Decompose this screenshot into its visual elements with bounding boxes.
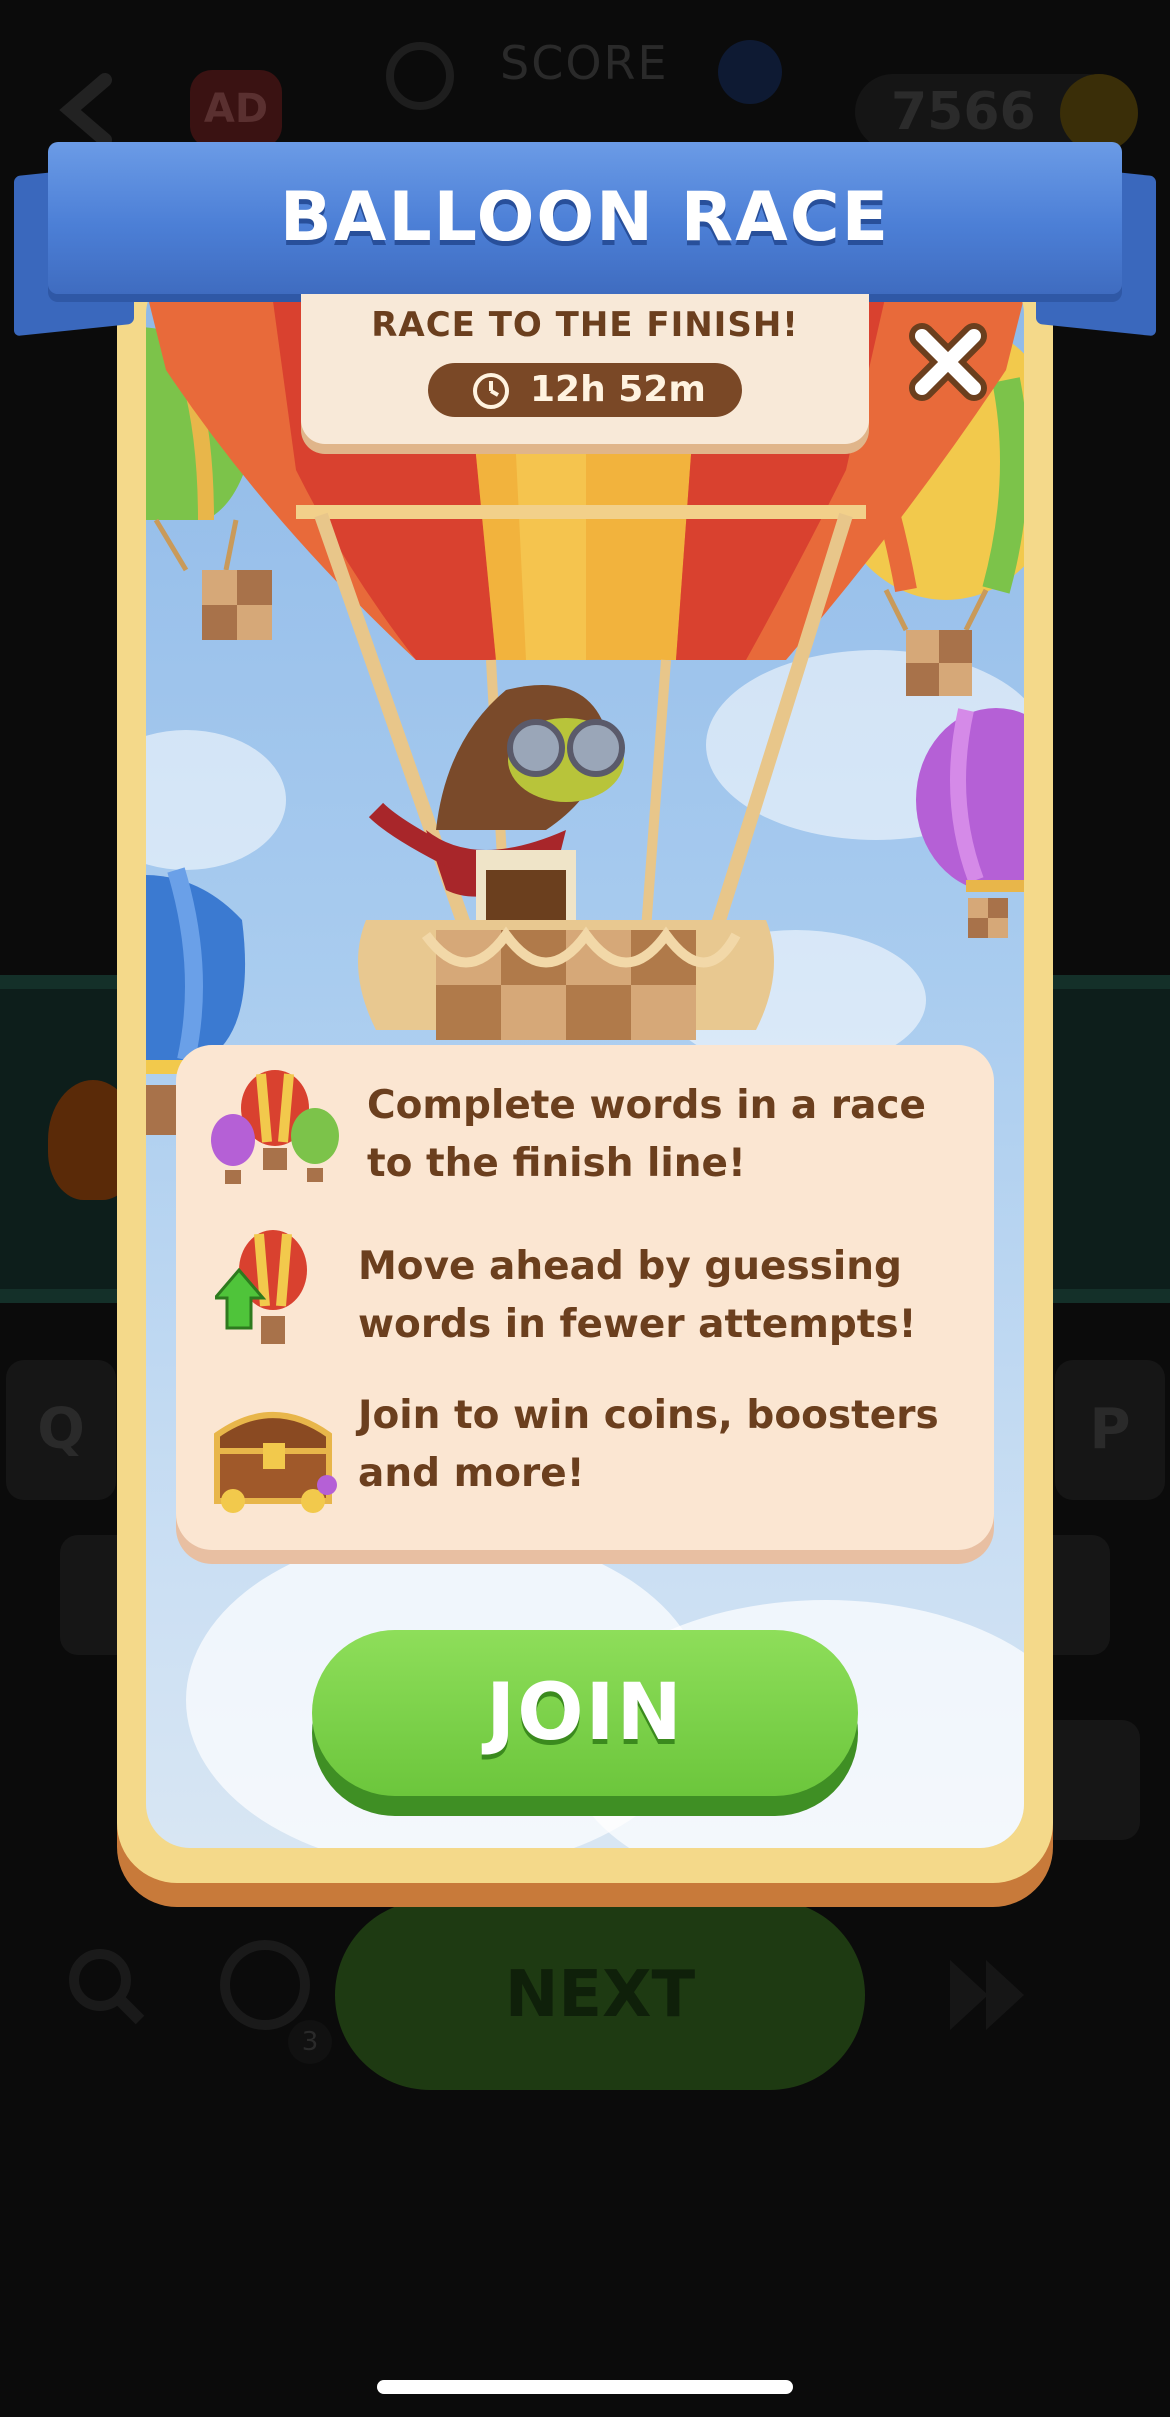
moon-icon: [386, 42, 454, 110]
home-indicator[interactable]: [377, 2380, 793, 2394]
join-button-label[interactable]: JOIN: [312, 1630, 858, 1796]
info-line-1a: Complete words in a race: [367, 1083, 926, 1128]
info-line-1b: to the finish line!: [367, 1141, 746, 1186]
race-subtitle: RACE TO THE FINISH!: [371, 305, 799, 345]
info-line-3a: Join to win coins, boosters: [358, 1393, 939, 1438]
info-line-2a: Move ahead by guessing: [358, 1244, 902, 1289]
target-icon: [220, 1940, 310, 2030]
modal-title: BALLOON RACE: [279, 178, 891, 257]
balloons-icon: [211, 1070, 339, 1184]
score-label: SCORE: [500, 36, 669, 90]
balloon-up-arrow-icon: [215, 1230, 307, 1344]
stopwatch-icon: [473, 373, 509, 409]
info-icon: [718, 40, 782, 104]
magnifier-icon: [69, 1949, 145, 2025]
ad-button: AD: [190, 70, 282, 148]
info-line-2b: words in fewer attempts!: [358, 1302, 917, 1347]
purple-balloon-right: [916, 708, 1024, 938]
info-line-3b: and more!: [358, 1451, 585, 1496]
skip-icon: [950, 1960, 1024, 2030]
close-icon[interactable]: [908, 322, 988, 402]
hint-count-badge: 3: [288, 2020, 332, 2064]
next-button: NEXT: [335, 1900, 865, 2090]
balloon-basket: [358, 920, 774, 1040]
turtle-pilot: [368, 685, 625, 940]
key-q: Q: [6, 1360, 116, 1500]
treasure-chest-icon: [214, 1412, 337, 1513]
timer-value: 12h 52m: [530, 369, 706, 410]
back-arrow-icon: [59, 73, 112, 147]
key-p: P: [1055, 1360, 1165, 1500]
coin-icon: [1060, 74, 1138, 152]
